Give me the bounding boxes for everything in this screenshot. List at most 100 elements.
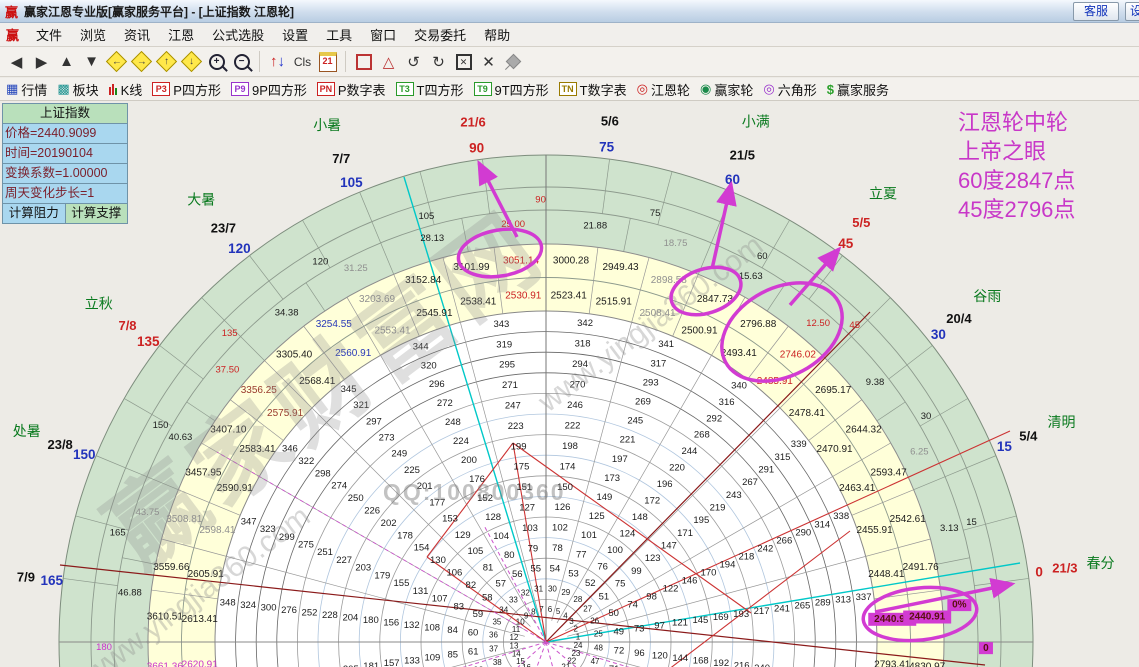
rotate-ccw-icon[interactable]: ↺ bbox=[401, 50, 426, 74]
svg-text:144: 144 bbox=[672, 653, 688, 664]
svg-text:90: 90 bbox=[535, 195, 546, 206]
view-gann-wheel[interactable]: ◎ 江恩轮 bbox=[637, 80, 690, 99]
settings-button-partial[interactable]: 设置 bbox=[1125, 1, 1139, 21]
svg-text:241: 241 bbox=[774, 603, 790, 614]
view-service[interactable]: $ 赢家服务 bbox=[827, 80, 889, 99]
svg-text:133: 133 bbox=[404, 655, 420, 666]
menu-工具[interactable]: 工具 bbox=[317, 26, 361, 45]
nav-back-icon[interactable]: ◀ bbox=[4, 50, 29, 74]
zoom-in-icon[interactable]: + bbox=[204, 50, 229, 74]
svg-text:15: 15 bbox=[997, 439, 1013, 454]
svg-text:QQ:100800360: QQ:100800360 bbox=[383, 479, 566, 505]
menu-窗口[interactable]: 窗口 bbox=[361, 26, 405, 45]
svg-text:55: 55 bbox=[530, 564, 541, 575]
view-quotes[interactable]: ▦ 行情 bbox=[6, 80, 47, 99]
svg-text:268: 268 bbox=[694, 430, 710, 441]
calc-resistance-button[interactable]: 计算阻力 bbox=[3, 204, 66, 223]
pin-icon[interactable] bbox=[501, 50, 526, 74]
svg-text:181: 181 bbox=[363, 661, 379, 667]
view-label: 板块 bbox=[72, 82, 99, 98]
draw-square-icon[interactable] bbox=[351, 50, 376, 74]
svg-text:2542.61: 2542.61 bbox=[890, 514, 927, 525]
view-kline[interactable]: K线 bbox=[108, 80, 142, 99]
svg-text:78: 78 bbox=[552, 543, 563, 554]
menu-资讯[interactable]: 资讯 bbox=[115, 26, 159, 45]
svg-text:146: 146 bbox=[682, 576, 698, 587]
badge-icon: P9 bbox=[230, 82, 249, 96]
view-9p-square[interactable]: P9 9P四方形 bbox=[230, 80, 307, 99]
svg-text:春分: 春分 bbox=[1087, 555, 1115, 571]
customer-service-button[interactable]: 客服 bbox=[1072, 1, 1119, 21]
view-p-square[interactable]: P3 P四方形 bbox=[152, 80, 221, 99]
box-x-icon[interactable]: ✕ bbox=[451, 50, 476, 74]
svg-text:315: 315 bbox=[775, 452, 791, 463]
calc-support-button[interactable]: 计算支撑 bbox=[65, 204, 127, 223]
toolbar-separator bbox=[259, 51, 260, 72]
collapse-icon[interactable]: ✕ bbox=[476, 50, 501, 74]
svg-text:171: 171 bbox=[677, 528, 693, 539]
svg-text:120: 120 bbox=[312, 256, 328, 267]
svg-text:240: 240 bbox=[754, 663, 770, 667]
svg-text:2593.47: 2593.47 bbox=[871, 468, 908, 479]
app-window: 赢 赢家江恩专业版[赢家服务平台] - [上证指数 江恩轮] 客服 设置 赢 文… bbox=[0, 0, 1139, 667]
pan-right-icon[interactable]: → bbox=[129, 50, 154, 74]
svg-text:318: 318 bbox=[575, 339, 591, 350]
view-p-table[interactable]: PN P数字表 bbox=[316, 80, 386, 99]
view-t-square[interactable]: T3 T四方形 bbox=[395, 80, 464, 99]
svg-text:168: 168 bbox=[693, 656, 709, 667]
view-t-table[interactable]: TN T数字表 bbox=[558, 80, 627, 99]
svg-text:244: 244 bbox=[681, 446, 697, 457]
svg-text:102: 102 bbox=[552, 523, 568, 534]
nav-forward-icon[interactable]: ▶ bbox=[29, 50, 54, 74]
draw-triangle-icon[interactable]: △ bbox=[376, 50, 401, 74]
svg-text:50: 50 bbox=[608, 608, 619, 619]
menu-江恩[interactable]: 江恩 bbox=[159, 26, 203, 45]
badge-icon: T9 bbox=[473, 82, 492, 96]
menu-文件[interactable]: 文件 bbox=[27, 26, 71, 45]
svg-text:154: 154 bbox=[414, 543, 430, 554]
svg-text:52: 52 bbox=[585, 578, 596, 589]
svg-text:23/8: 23/8 bbox=[47, 437, 72, 452]
pointer-up-icon[interactable]: ▲ bbox=[54, 50, 79, 74]
blocks-icon: ▩ bbox=[57, 81, 70, 96]
svg-text:32: 32 bbox=[521, 588, 530, 597]
svg-text:85: 85 bbox=[448, 650, 459, 661]
view-sectors[interactable]: ▩ 板块 bbox=[57, 80, 98, 99]
svg-text:267: 267 bbox=[742, 477, 758, 488]
badge-icon: T3 bbox=[395, 82, 414, 96]
menu-设置[interactable]: 设置 bbox=[273, 26, 317, 45]
menu-帮助[interactable]: 帮助 bbox=[475, 26, 519, 45]
view-winner-wheel[interactable]: ◉ 赢家轮 bbox=[700, 80, 753, 99]
view-9t-square[interactable]: T9 9T四方形 bbox=[473, 80, 549, 99]
svg-text:104: 104 bbox=[493, 531, 509, 542]
dollar-icon: $ bbox=[826, 81, 834, 97]
svg-text:处暑: 处暑 bbox=[13, 423, 41, 439]
svg-text:30: 30 bbox=[931, 327, 946, 342]
pan-left-icon[interactable]: ← bbox=[104, 50, 129, 74]
svg-text:179: 179 bbox=[374, 570, 390, 581]
cls-icon[interactable]: Cls bbox=[290, 50, 315, 74]
view-hexagon[interactable]: ◎ 六角形 bbox=[763, 80, 816, 99]
menu-浏览[interactable]: 浏览 bbox=[71, 26, 115, 45]
pointer-down-icon[interactable]: ▼ bbox=[79, 50, 104, 74]
svg-text:105: 105 bbox=[467, 546, 483, 557]
svg-text:221: 221 bbox=[620, 435, 636, 446]
svg-text:120: 120 bbox=[228, 241, 251, 256]
svg-text:157: 157 bbox=[384, 658, 400, 667]
svg-text:30: 30 bbox=[548, 585, 557, 594]
scale-up-down-icon[interactable]: ↑↓ bbox=[265, 50, 290, 74]
svg-text:2620.91: 2620.91 bbox=[182, 659, 219, 667]
svg-text:25: 25 bbox=[594, 630, 603, 639]
menu-公式选股[interactable]: 公式选股 bbox=[203, 26, 273, 45]
pan-down-icon[interactable]: ↓ bbox=[179, 50, 204, 74]
calendar-icon[interactable]: 21 bbox=[315, 50, 340, 74]
svg-text:192: 192 bbox=[713, 658, 729, 667]
zoom-out-icon[interactable]: − bbox=[229, 50, 254, 74]
svg-text:23: 23 bbox=[571, 649, 580, 658]
menu-交易委托[interactable]: 交易委托 bbox=[405, 26, 475, 45]
pan-up-icon[interactable]: ↑ bbox=[154, 50, 179, 74]
svg-text:242: 242 bbox=[757, 543, 773, 554]
svg-text:28: 28 bbox=[573, 595, 582, 604]
svg-text:7/9: 7/9 bbox=[17, 570, 35, 585]
rotate-cw-icon[interactable]: ↻ bbox=[426, 50, 451, 74]
